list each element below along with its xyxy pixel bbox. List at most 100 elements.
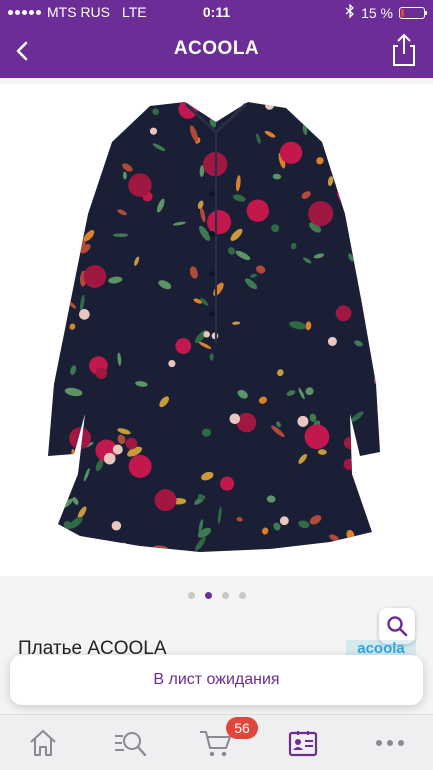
pattern-leaf: [67, 168, 72, 180]
bluetooth-icon: [345, 3, 355, 21]
pattern-leaf: [363, 235, 380, 242]
tab-home[interactable]: [23, 723, 63, 763]
gallery-dot[interactable]: [204, 592, 212, 599]
pattern-pomegranate: [332, 114, 353, 136]
gallery-dot[interactable]: [187, 592, 195, 599]
pattern-leaf: [369, 244, 380, 253]
product-image: [34, 102, 380, 553]
status-right: 15 %: [345, 3, 427, 21]
pattern-pomegranate: [220, 476, 235, 491]
tab-bar: [0, 714, 433, 770]
pattern-pomegranate: [50, 250, 63, 264]
pattern-pomegranate: [69, 427, 91, 450]
pattern-flower: [168, 359, 176, 368]
pattern-pomegranate: [343, 458, 355, 470]
cart-badge: 56: [226, 717, 258, 739]
pattern-leaf: [92, 102, 105, 107]
pattern-leaf: [374, 458, 380, 475]
pattern-leaf: [48, 457, 52, 465]
more-icon: [376, 740, 404, 746]
gallery-page-indicator[interactable]: [0, 592, 433, 599]
tab-more[interactable]: [370, 723, 410, 763]
pattern-leaf: [62, 104, 75, 113]
pattern-pomegranate: [202, 102, 216, 115]
pattern-pomegranate: [206, 210, 232, 235]
pattern-leaf: [48, 179, 52, 188]
pattern-leaf: [349, 145, 361, 150]
pattern-pomegranate: [154, 489, 177, 512]
pattern-flower: [149, 127, 158, 135]
pattern-leaf: [34, 320, 46, 326]
pattern-pomegranate: [358, 142, 377, 161]
pattern-leaf: [34, 546, 48, 553]
pattern-flower: [265, 102, 274, 110]
pattern-flower: [297, 415, 309, 427]
pattern-flower: [211, 332, 219, 340]
pattern-flower: [337, 158, 345, 166]
pattern-flower: [364, 211, 375, 222]
pattern-pomegranate: [364, 283, 380, 309]
pattern-pomegranate: [128, 173, 152, 197]
pattern-pomegranate: [308, 200, 334, 227]
pattern-flower: [203, 331, 210, 338]
pattern-pomegranate: [246, 199, 269, 222]
pattern-pomegranate: [48, 246, 65, 268]
pattern-pomegranate: [343, 436, 357, 450]
pattern-leaf: [53, 214, 66, 221]
pattern-pomegranate: [335, 305, 352, 322]
pattern-flower: [79, 309, 90, 320]
pattern-leaf: [48, 261, 49, 268]
pattern-flower: [103, 452, 116, 465]
pattern-pomegranate: [368, 306, 379, 318]
pattern-pomegranate: [83, 265, 107, 288]
gallery-dot[interactable]: [238, 592, 246, 599]
pattern-pomegranate: [125, 437, 138, 450]
pattern-flower: [82, 183, 90, 190]
pattern-flower: [98, 153, 106, 161]
pattern-leaf: [373, 332, 379, 339]
pattern-leaf: [48, 443, 49, 451]
pattern-leaf: [377, 179, 380, 183]
pattern-pomegranate: [279, 141, 303, 165]
battery-icon: [399, 6, 427, 19]
pattern-pomegranate: [325, 112, 336, 124]
pattern-flower: [112, 444, 123, 455]
search-icon: [115, 732, 147, 757]
pattern-flower: [229, 413, 241, 425]
pattern-leaf: [112, 233, 129, 238]
pattern-leaf: [351, 217, 357, 224]
tab-search[interactable]: [110, 723, 150, 763]
tab-profile[interactable]: [283, 723, 323, 763]
pattern-leaf: [375, 506, 380, 514]
pattern-pomegranate: [178, 102, 198, 119]
pattern-leaf: [79, 102, 95, 109]
pattern-pomegranate: [236, 412, 257, 433]
pattern-pomegranate: [67, 197, 80, 211]
pattern-pomegranate: [362, 258, 380, 281]
search-icon: [387, 616, 408, 637]
pattern-leaf: [52, 264, 64, 274]
pattern-pomegranate: [128, 454, 152, 478]
pattern-pomegranate: [95, 367, 108, 380]
chevron-left-icon[interactable]: [8, 36, 38, 66]
share-icon[interactable]: [389, 32, 419, 68]
pattern-flower: [357, 247, 369, 258]
home-icon: [30, 730, 56, 756]
pattern-leaf: [68, 258, 74, 265]
battery-percent: 15 %: [361, 4, 393, 21]
pattern-leaf: [48, 376, 54, 382]
gallery-dot[interactable]: [221, 592, 229, 599]
nav-bar: ACOOLA: [0, 24, 433, 78]
pattern-leaf: [48, 192, 54, 201]
pattern-flower: [279, 516, 289, 526]
pattern-pomegranate: [304, 424, 330, 450]
pattern-leaf: [66, 126, 72, 135]
pattern-leaf: [367, 102, 378, 103]
pattern-pomegranate: [337, 180, 363, 206]
product-gallery[interactable]: [0, 84, 433, 644]
pattern-leaf: [372, 134, 380, 141]
pattern-flower: [327, 336, 337, 347]
wait-list-button[interactable]: В лист ожидания: [10, 655, 423, 705]
pattern-flower: [367, 229, 375, 236]
pattern-leaf: [65, 235, 77, 244]
